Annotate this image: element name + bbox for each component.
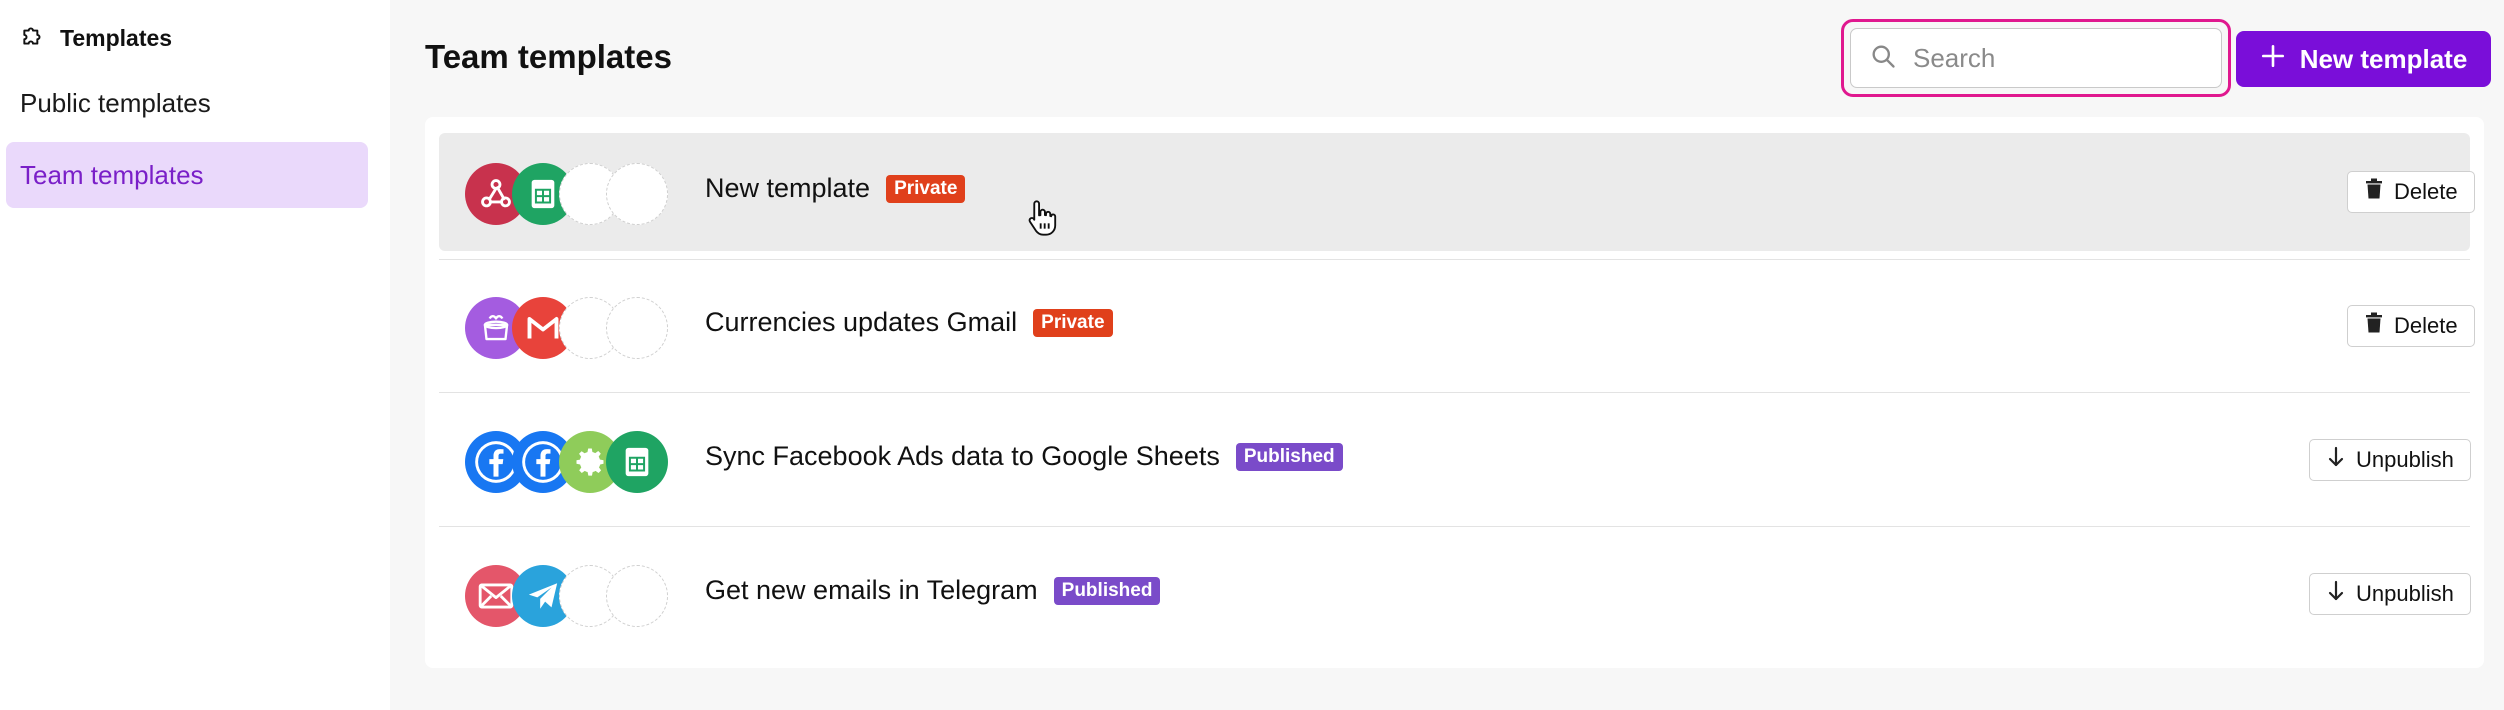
status-badge: Private	[1033, 308, 1113, 337]
hand-cursor-icon	[1026, 198, 1058, 243]
template-name-group: Sync Facebook Ads data to Google Sheets …	[705, 441, 1343, 472]
table-row[interactable]: Get new emails in Telegram Published Unp…	[439, 535, 2471, 653]
template-name-group: Currencies updates Gmail Private	[705, 307, 1113, 338]
unpublish-label: Unpublish	[2356, 581, 2454, 606]
template-name[interactable]: New template	[705, 173, 870, 204]
page-title: Team templates	[425, 38, 672, 75]
search-box[interactable]	[1850, 28, 2222, 88]
arrow-down-icon	[2326, 580, 2346, 608]
delete-label: Delete	[2394, 179, 2458, 204]
arrow-down-icon	[2326, 446, 2346, 474]
template-name-group: New template Private	[705, 173, 966, 204]
template-name-group: Get new emails in Telegram Published	[705, 575, 1161, 606]
plus-icon	[2260, 43, 2286, 76]
sidebar-item-label: Public templates	[20, 87, 211, 118]
sidebar-title: Templates	[60, 24, 173, 51]
row-divider	[439, 526, 2470, 527]
unpublish-button[interactable]: Unpublish	[2309, 439, 2471, 481]
integration-icons	[465, 163, 675, 225]
integration-icons	[465, 297, 675, 359]
template-name[interactable]: Get new emails in Telegram	[705, 575, 1038, 606]
table-row[interactable]: New template Private Delete	[439, 133, 2475, 251]
puzzle-icon	[20, 23, 46, 54]
row-divider	[439, 259, 2470, 260]
trash-icon	[2364, 178, 2384, 206]
delete-label: Delete	[2394, 313, 2458, 338]
template-name[interactable]: Sync Facebook Ads data to Google Sheets	[705, 441, 1220, 472]
table-row[interactable]: Currencies updates Gmail Private Delete	[439, 267, 2475, 385]
status-badge: Published	[1053, 576, 1161, 605]
integration-icons	[465, 565, 675, 627]
template-name[interactable]: Currencies updates Gmail	[705, 307, 1017, 338]
delete-button[interactable]: Delete	[2347, 171, 2475, 213]
empty-slot	[606, 163, 668, 225]
row-divider	[439, 392, 2470, 393]
unpublish-button[interactable]: Unpublish	[2309, 573, 2471, 615]
google-sheets-icon	[606, 431, 668, 493]
delete-button[interactable]: Delete	[2347, 305, 2475, 347]
sidebar: Templates Public templates Team template…	[0, 0, 390, 710]
new-template-label: New template	[2299, 43, 2468, 74]
integration-icons	[465, 431, 675, 493]
table-row[interactable]: Sync Facebook Ads data to Google Sheets …	[439, 401, 2471, 519]
new-template-button[interactable]: New template	[2236, 31, 2491, 87]
search-input[interactable]	[1913, 42, 2193, 74]
templates-list: New template Private Delete Currencies u…	[425, 117, 2484, 668]
sidebar-item-public-templates[interactable]: Public templates	[6, 70, 368, 136]
sidebar-item-team-templates[interactable]: Team templates	[6, 142, 368, 208]
status-badge: Published	[1235, 442, 1343, 471]
empty-slot	[606, 297, 668, 359]
search-icon	[1869, 42, 1897, 75]
search-highlight	[1841, 19, 2231, 97]
sidebar-header: Templates	[20, 22, 172, 54]
unpublish-label: Unpublish	[2356, 447, 2454, 472]
sidebar-item-label: Team templates	[20, 159, 204, 190]
empty-slot	[606, 565, 668, 627]
trash-icon	[2364, 312, 2384, 340]
status-badge: Private	[886, 174, 966, 203]
